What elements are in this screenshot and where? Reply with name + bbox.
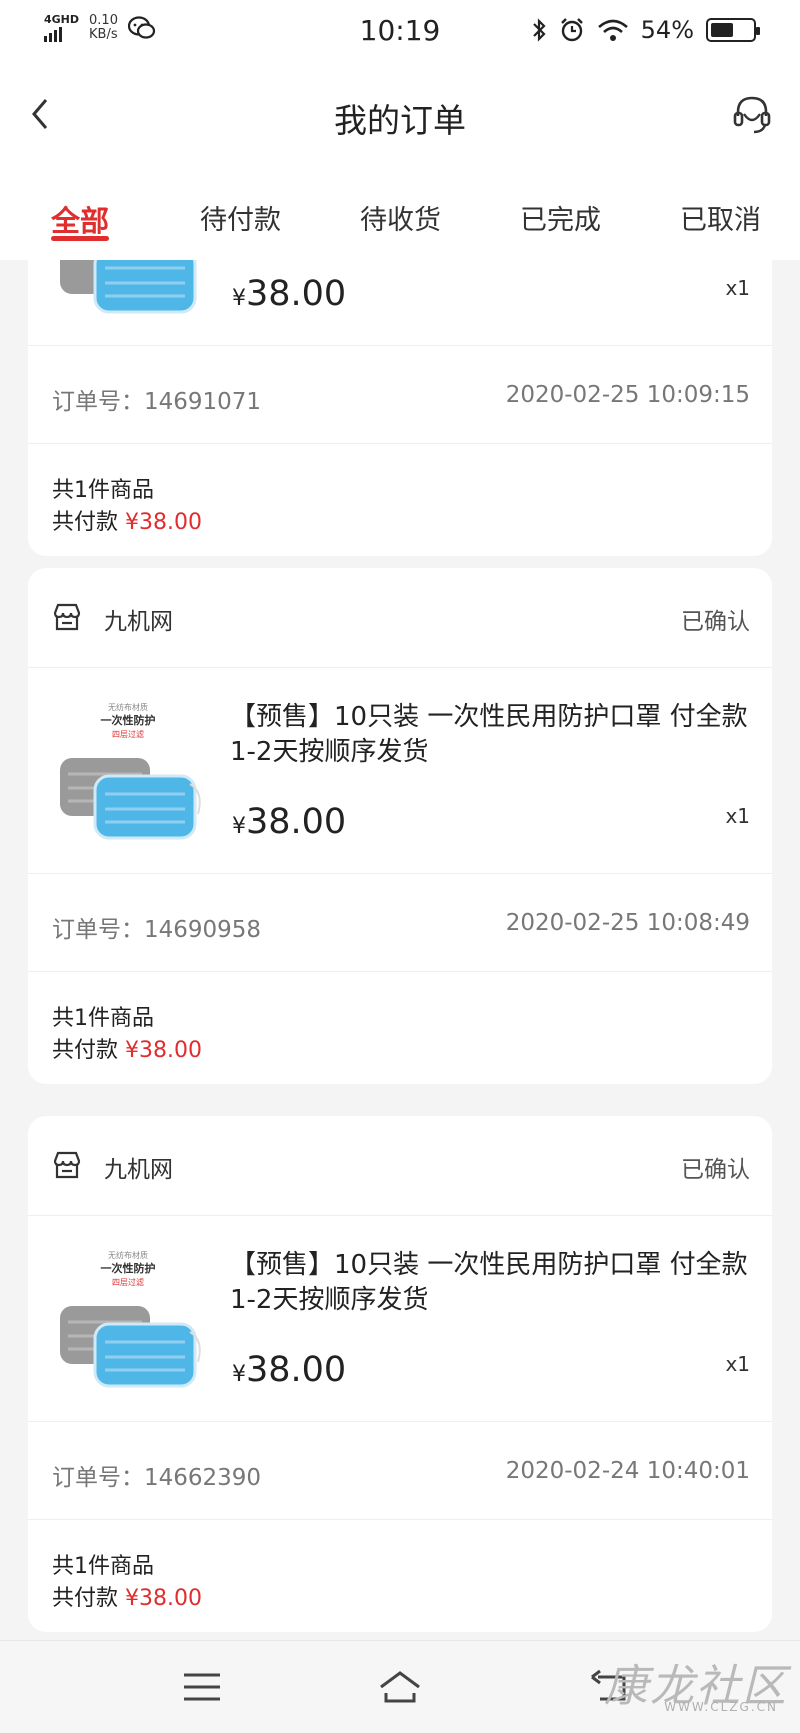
battery-level <box>711 23 733 37</box>
order-info-row: 订单号：14662390 2020-02-24 10:40:01 <box>28 1422 772 1520</box>
image-caption-2: 一次性防护 <box>101 713 156 727</box>
item-count: 共1件商品 <box>52 1006 154 1031</box>
shop-row[interactable]: 九机网 已确认 <box>28 1116 772 1216</box>
tab-completed[interactable]: 已完成 <box>520 198 601 237</box>
order-time: 2020-02-25 10:08:49 <box>505 910 750 936</box>
price-value: 38.00 <box>246 802 347 842</box>
order-number: 订单号：14690958 <box>52 910 261 944</box>
tab-cancelled[interactable]: 已取消 <box>680 198 761 237</box>
paid-label: 共付款 <box>52 1586 119 1611</box>
order-list[interactable]: ¥38.00 x1 订单号：14691071 2020-02-25 10:09:… <box>0 260 800 1640</box>
order-total-row: 共1件商品 共付款 ¥38.00 <box>28 972 772 1084</box>
tab-active-indicator <box>51 236 109 241</box>
total-paid: 共付款 ¥38.00 <box>52 1580 202 1612</box>
battery-percent: 54% <box>640 16 694 44</box>
alarm-icon <box>560 18 583 42</box>
order-total-row: 共1件商品 共付款 ¥38.00 <box>28 1520 772 1632</box>
tab-pending-payment[interactable]: 待付款 <box>200 198 281 237</box>
order-tabs: 全部 待付款 待收货 已完成 已取消 <box>0 170 800 260</box>
order-time: 2020-02-24 10:40:01 <box>505 1458 750 1484</box>
bluetooth-icon <box>532 18 546 42</box>
order-total-row: 共1件商品 共付款 ¥38.00 <box>28 444 772 556</box>
price-currency: ¥ <box>232 286 246 311</box>
product-quantity: x1 <box>725 276 750 300</box>
product-price: ¥38.00 <box>232 802 346 842</box>
price-value: 38.00 <box>246 274 347 314</box>
status-bar: 4GHD 0.10 KB/s 10:19 54% <box>0 0 800 64</box>
order-number-label: 订单号： <box>52 389 144 415</box>
page-title: 我的订单 <box>334 101 466 140</box>
product-row[interactable]: 无纺布材质 一次性防护 四层过滤 【预售】10只装 一次性民用防护口罩 付全款1… <box>28 1216 772 1422</box>
order-number: 订单号：14662390 <box>52 1458 261 1492</box>
total-paid: 共付款 ¥38.00 <box>52 1032 202 1064</box>
price-currency: ¥ <box>232 1362 246 1387</box>
order-number-value: 14691071 <box>144 389 262 415</box>
order-number-value: 14662390 <box>144 1465 262 1491</box>
tab-all[interactable]: 全部 <box>51 198 109 240</box>
paid-amount: ¥38.00 <box>125 1038 202 1063</box>
item-count: 共1件商品 <box>52 478 154 503</box>
wifi-icon <box>597 19 628 41</box>
order-card[interactable]: ¥38.00 x1 订单号：14691071 2020-02-25 10:09:… <box>28 260 772 556</box>
order-card[interactable]: 九机网 已确认 无纺布材质 一次性防护 四层过滤 【预售】10只装 一次性民用防… <box>28 568 772 1084</box>
order-info-row: 订单号：14691071 2020-02-25 10:09:15 <box>28 346 772 444</box>
product-quantity: x1 <box>725 1352 750 1376</box>
product-image <box>50 260 206 318</box>
headset-icon[interactable] <box>730 92 774 136</box>
product-name: 【预售】10只装 一次性民用防护口罩 付全款1-2天按顺序发货 <box>230 702 748 767</box>
order-status: 已确认 <box>681 609 750 635</box>
order-card[interactable]: 九机网 已确认 无纺布材质 一次性防护 四层过滤 【预售】10只装 一次性民用防… <box>28 1116 772 1632</box>
product-image: 无纺布材质 一次性防护 四层过滤 <box>50 1244 206 1394</box>
product-price: ¥38.00 <box>232 1350 346 1390</box>
total-paid: 共付款 ¥38.00 <box>52 504 202 536</box>
order-number-value: 14690958 <box>144 917 262 943</box>
nav-bar: 我的订单 <box>0 64 800 170</box>
image-caption-3: 四层过滤 <box>112 729 144 739</box>
order-time: 2020-02-25 10:09:15 <box>505 382 750 408</box>
image-caption-2: 一次性防护 <box>101 1261 156 1275</box>
paid-amount: ¥38.00 <box>125 1586 202 1611</box>
shop-name: 九机网 <box>104 609 173 635</box>
shop-row[interactable]: 九机网 已确认 <box>28 568 772 668</box>
paid-label: 共付款 <box>52 510 119 535</box>
item-count: 共1件商品 <box>52 1554 154 1579</box>
image-caption-1: 无纺布材质 <box>108 702 148 712</box>
product-name: 【预售】10只装 一次性民用防护口罩 付全款1-2天按顺序发货 <box>230 1250 748 1315</box>
product-image: 无纺布材质 一次性防护 四层过滤 <box>50 696 206 846</box>
store-icon <box>53 1151 81 1179</box>
paid-amount: ¥38.00 <box>125 510 202 535</box>
shop-name: 九机网 <box>104 1157 173 1183</box>
product-row[interactable]: ¥38.00 x1 <box>28 260 772 346</box>
store-icon <box>53 603 81 631</box>
product-row[interactable]: 无纺布材质 一次性防护 四层过滤 【预售】10只装 一次性民用防护口罩 付全款1… <box>28 668 772 874</box>
product-quantity: x1 <box>725 804 750 828</box>
order-status: 已确认 <box>681 1157 750 1183</box>
tab-pending-receipt[interactable]: 待收货 <box>360 198 441 237</box>
watermark-url: WWW.CLZG.CN <box>664 1700 778 1714</box>
image-caption-1: 无纺布材质 <box>108 1250 148 1260</box>
product-price: ¥38.00 <box>232 274 346 314</box>
price-currency: ¥ <box>232 814 246 839</box>
order-number: 订单号：14691071 <box>52 382 261 416</box>
order-number-label: 订单号： <box>52 917 144 943</box>
image-caption-3: 四层过滤 <box>112 1277 144 1287</box>
menu-icon[interactable] <box>180 1667 224 1707</box>
price-value: 38.00 <box>246 1350 347 1390</box>
order-number-label: 订单号： <box>52 1465 144 1491</box>
order-info-row: 订单号：14690958 2020-02-25 10:08:49 <box>28 874 772 972</box>
paid-label: 共付款 <box>52 1038 119 1063</box>
home-icon[interactable] <box>378 1667 422 1707</box>
battery-icon <box>706 18 760 42</box>
status-right: 54% <box>531 16 760 44</box>
